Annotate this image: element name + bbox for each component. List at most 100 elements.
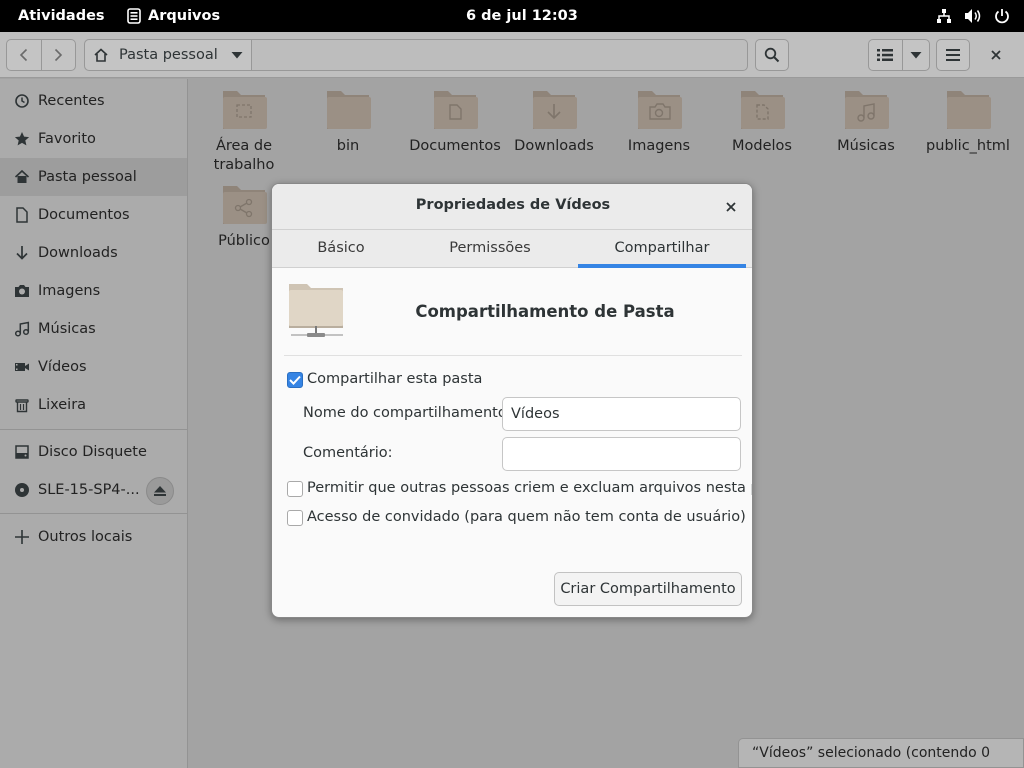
music-icon <box>14 321 30 337</box>
share-folder-label[interactable]: Compartilhar esta pasta <box>307 371 482 387</box>
sidebar-item-label: Downloads <box>38 245 118 261</box>
path-current-button[interactable]: Pasta pessoal <box>85 40 252 70</box>
sidebar-item-label: Documentos <box>38 207 130 223</box>
list-view-icon <box>877 49 894 61</box>
share-folder-checkbox[interactable] <box>287 372 303 388</box>
search-icon <box>764 47 780 63</box>
eject-icon <box>154 486 166 496</box>
guest-access-checkbox[interactable] <box>287 510 303 526</box>
clock-icon <box>14 93 30 109</box>
file-item-downloads[interactable]: Downloads <box>502 87 606 156</box>
download-icon <box>14 245 30 261</box>
dialog-title: Propriedades de Vídeos <box>415 197 611 213</box>
chevron-right-icon <box>55 48 63 62</box>
close-icon <box>991 50 1001 60</box>
sidebar-item-disco-disquete[interactable]: Disco Disquete <box>0 433 187 471</box>
tab-compartilhar[interactable]: Compartilhar <box>578 230 746 268</box>
section-title: Compartilhamento de Pasta <box>415 302 675 321</box>
sidebar-item-label: Outros locais <box>38 529 133 545</box>
sidebar-item-label: Músicas <box>38 321 96 337</box>
sidebar-item-documentos[interactable]: Documentos <box>0 196 187 234</box>
comment-label: Comentário: <box>303 445 393 461</box>
search-button[interactable] <box>755 39 789 71</box>
file-label: Área de trabalho <box>213 138 275 173</box>
folder-icon <box>947 91 991 129</box>
drive-icon <box>14 444 30 460</box>
folder-icon <box>327 91 371 129</box>
sidebar-item-label: Lixeira <box>38 397 87 413</box>
comment-field[interactable] <box>502 437 741 471</box>
sidebar-item-pasta-pessoal[interactable]: Pasta pessoal <box>0 158 187 196</box>
dialog-header: Propriedades de Vídeos <box>272 184 752 230</box>
file-item-musicas[interactable]: Músicas <box>814 87 918 156</box>
file-item-modelos[interactable]: Modelos <box>710 87 814 156</box>
file-label: public_html <box>926 138 1010 154</box>
file-label: Músicas <box>837 138 895 154</box>
files-app-icon <box>127 8 141 24</box>
share-name-field[interactable]: Vídeos <box>502 397 741 431</box>
app-menu[interactable]: Arquivos <box>126 0 220 32</box>
file-label: bin <box>336 138 360 154</box>
music-folder-icon <box>845 91 889 129</box>
sidebar-item-label: Recentes <box>38 93 105 109</box>
network-icon[interactable] <box>936 8 952 24</box>
plus-icon <box>14 529 30 545</box>
eject-button[interactable] <box>146 477 174 505</box>
hamburger-menu-icon <box>946 49 960 61</box>
file-item-imagens[interactable]: Imagens <box>607 87 711 156</box>
star-icon <box>14 131 30 147</box>
video-icon <box>14 359 30 375</box>
sidebar-item-label: Imagens <box>38 283 101 299</box>
sidebar-divider <box>0 429 187 430</box>
chevron-down-icon[interactable] <box>231 51 243 59</box>
chevron-down-icon <box>910 52 922 59</box>
sidebar-item-lixeira[interactable]: Lixeira <box>0 386 187 424</box>
file-label: Imagens <box>627 138 691 154</box>
path-bar[interactable]: Pasta pessoal <box>84 39 748 71</box>
pictures-folder-icon <box>638 91 682 129</box>
sidebar-item-musicas[interactable]: Músicas <box>0 310 187 348</box>
file-item-bin[interactable]: bin <box>296 87 400 156</box>
sidebar-item-downloads[interactable]: Downloads <box>0 234 187 272</box>
sidebar-item-outros-locais[interactable]: Outros locais <box>0 518 187 556</box>
sidebar-item-imagens[interactable]: Imagens <box>0 272 187 310</box>
sidebar-item-sle-disc[interactable]: SLE-15-SP4-... <box>0 471 187 509</box>
properties-dialog: Propriedades de Vídeos Básico Permissões… <box>271 183 753 618</box>
forward-button[interactable] <box>40 40 75 70</box>
sidebar-item-label: Pasta pessoal <box>38 169 137 185</box>
window-close-button[interactable] <box>980 39 1012 71</box>
system-tray[interactable] <box>936 0 1010 32</box>
tab-permissoes[interactable]: Permissões <box>410 230 570 268</box>
clock[interactable]: 6 de jul 12:03 <box>466 0 578 32</box>
file-label: Modelos <box>732 138 792 154</box>
back-button[interactable] <box>7 40 41 70</box>
view-options-dropdown[interactable] <box>901 40 929 70</box>
file-item-public-html[interactable]: public_html <box>916 87 1020 156</box>
file-item-documentos[interactable]: Documentos <box>403 87 507 156</box>
allow-others-label[interactable]: Permitir que outras pessoas criem e excl… <box>307 480 752 496</box>
document-icon <box>14 207 30 223</box>
sidebar-item-favorito[interactable]: Favorito <box>0 120 187 158</box>
chevron-left-icon <box>19 48 28 62</box>
power-icon[interactable] <box>994 8 1010 24</box>
list-view-button[interactable] <box>869 40 902 70</box>
sidebar: Recentes Favorito Pasta pessoal Document… <box>0 79 188 768</box>
dialog-close-button[interactable] <box>720 196 742 218</box>
activities-button[interactable]: Atividades <box>18 0 105 32</box>
main-menu-button[interactable] <box>936 39 970 71</box>
sidebar-item-recentes[interactable]: Recentes <box>0 82 187 120</box>
sidebar-item-videos[interactable]: Vídeos <box>0 348 187 386</box>
create-share-button[interactable]: Criar Compartilhamento <box>554 572 742 606</box>
volume-icon[interactable] <box>964 8 982 24</box>
dialog-tabs: Básico Permissões Compartilhar <box>272 230 752 268</box>
close-icon <box>726 202 736 212</box>
sidebar-item-label: Disco Disquete <box>38 444 147 460</box>
desktop-folder-icon <box>223 91 267 129</box>
guest-access-label[interactable]: Acesso de convidado (para quem não tem c… <box>307 509 746 525</box>
sidebar-item-label: Vídeos <box>38 359 87 375</box>
share-name-label: Nome do compartilhamento: <box>303 405 512 421</box>
sidebar-item-label: Favorito <box>38 131 96 147</box>
allow-others-checkbox[interactable] <box>287 481 303 497</box>
tab-basico[interactable]: Básico <box>272 230 410 268</box>
file-item-area-de-trabalho[interactable]: Área de trabalho <box>192 87 296 175</box>
